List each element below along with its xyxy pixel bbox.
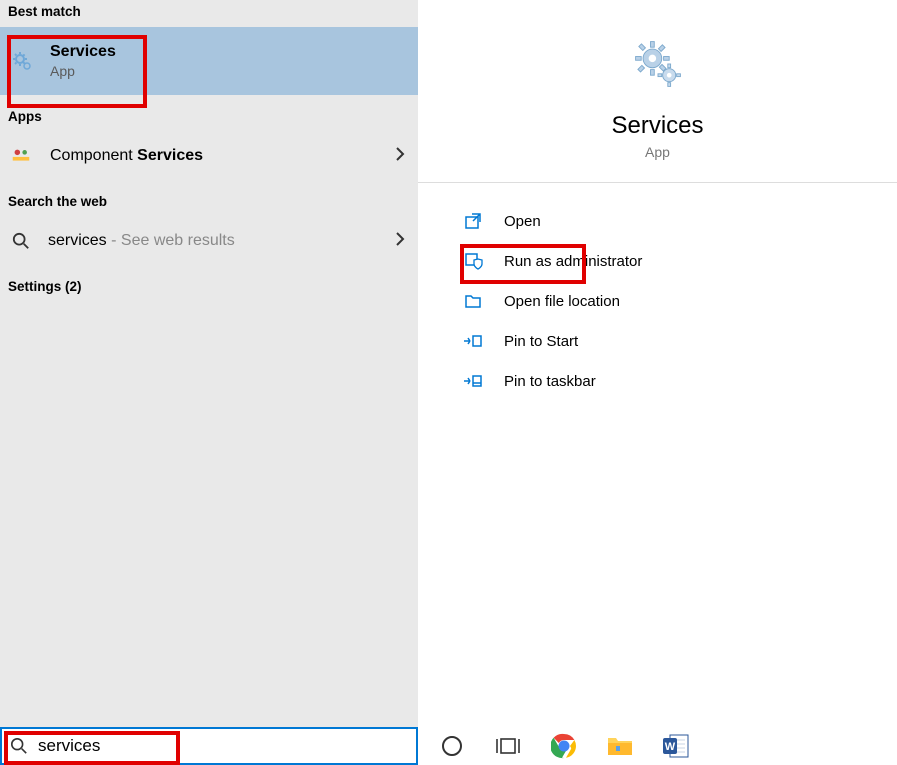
services-gear-icon [10, 49, 34, 73]
action-label: Open file location [504, 293, 620, 310]
pin-taskbar-icon [462, 370, 484, 392]
folder-icon [462, 290, 484, 312]
svg-text:W: W [665, 741, 676, 753]
cortana-icon[interactable] [438, 732, 466, 760]
result-web-search[interactable]: services - See web results [0, 217, 418, 265]
taskbar: services W [0, 727, 897, 765]
result-label: Component Services [50, 147, 203, 165]
detail-subtitle: App [645, 144, 670, 160]
file-explorer-icon[interactable] [606, 732, 634, 760]
result-label: services - See web results [48, 232, 235, 250]
search-icon [12, 232, 30, 250]
action-pin-start[interactable]: Pin to Start [462, 321, 897, 361]
admin-shield-icon [462, 250, 484, 272]
header-web: Search the web [0, 180, 418, 217]
open-icon [462, 210, 484, 232]
detail-title: Services [611, 112, 703, 140]
chevron-right-icon [394, 232, 406, 251]
search-input[interactable]: services [0, 727, 418, 765]
result-title: Services [50, 43, 116, 61]
action-label: Open [504, 213, 541, 230]
word-icon[interactable]: W [662, 732, 690, 760]
action-run-admin[interactable]: Run as administrator [462, 241, 897, 281]
services-gear-large-icon [630, 36, 686, 92]
actions-list: Open Run as administrator Open file loca… [418, 183, 897, 401]
result-component-services[interactable]: Component Services [0, 132, 418, 180]
header-apps: Apps [0, 95, 418, 132]
action-label: Pin to taskbar [504, 373, 596, 390]
action-open-location[interactable]: Open file location [462, 281, 897, 321]
action-label: Pin to Start [504, 333, 578, 350]
chrome-icon[interactable] [550, 732, 578, 760]
action-label: Run as administrator [504, 253, 642, 270]
action-open[interactable]: Open [462, 201, 897, 241]
header-settings: Settings (2) [0, 265, 418, 302]
search-value: services [38, 736, 100, 756]
pin-start-icon [462, 330, 484, 352]
action-pin-taskbar[interactable]: Pin to taskbar [462, 361, 897, 401]
search-results-panel: Best match Services App Apps Component S… [0, 0, 418, 727]
search-icon [10, 737, 28, 755]
result-services-app[interactable]: Services App [0, 27, 418, 95]
component-services-icon [10, 145, 32, 167]
chevron-right-icon [394, 147, 406, 166]
task-view-icon[interactable] [494, 732, 522, 760]
header-best-match: Best match [0, 0, 418, 27]
detail-panel: Services App Open Run as administrator [418, 0, 897, 727]
result-subtitle: App [50, 63, 116, 79]
